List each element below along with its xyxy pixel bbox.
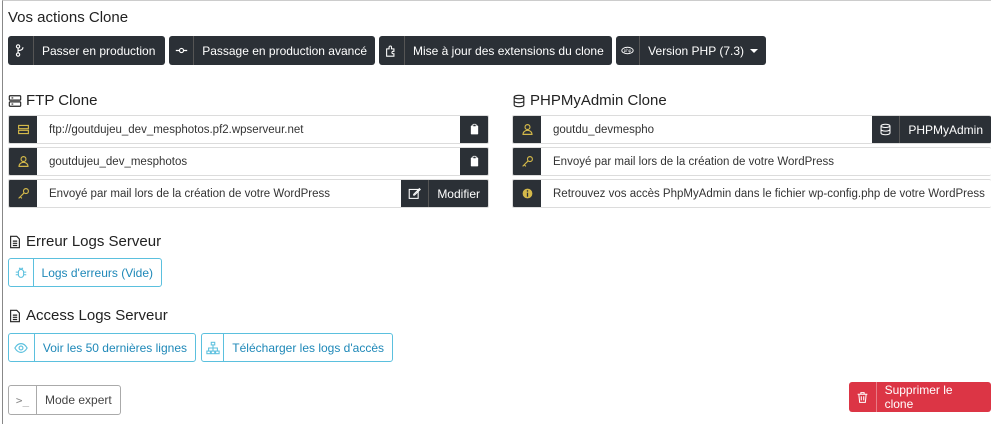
server-icon <box>8 94 22 107</box>
modify-password-button[interactable]: Modifier <box>401 180 488 207</box>
access-logs-title: Access Logs Serveur <box>8 307 168 324</box>
download-access-logs-label: Télécharger les logs d'accès <box>232 340 384 355</box>
error-logs-title-text: Erreur Logs Serveur <box>26 233 162 250</box>
production-button[interactable]: Passer en production <box>8 36 165 65</box>
phpmyadmin-label: PHPMyAdmin <box>908 122 983 137</box>
commit-icon <box>169 36 195 65</box>
pma-info-value: Retrouvez vos accès PhpMyAdmin dans le f… <box>553 187 985 200</box>
download-access-logs-button[interactable]: Télécharger les logs d'accès <box>201 333 393 362</box>
copy-host-button[interactable] <box>460 116 488 143</box>
open-phpmyadmin-button[interactable]: PHPMyAdmin <box>872 116 991 143</box>
pma-section-title: PHPMyAdmin Clone <box>512 92 667 109</box>
ftp-user-value: goutdujeu_dev_mesphotos <box>49 155 188 168</box>
pma-user-value: goutdu_devmespho <box>553 123 655 136</box>
info-icon <box>513 180 541 207</box>
view-last-lines-button[interactable]: Voir les 50 dernières lignes <box>8 333 196 362</box>
user-icon <box>513 116 541 143</box>
server-icon <box>9 116 37 143</box>
key-icon <box>9 180 37 207</box>
eye-icon <box>9 334 35 361</box>
copy-user-button[interactable] <box>460 148 488 175</box>
pma-password-value: Envoyé par mail lors de la création de v… <box>553 155 835 168</box>
pma-title-text: PHPMyAdmin Clone <box>530 92 667 109</box>
ftp-host-field: ftp://goutdujeu_dev_mesphotos.pf2.wpserv… <box>8 115 489 144</box>
error-logs-title: Erreur Logs Serveur <box>8 233 161 250</box>
puzzle-icon <box>379 36 405 65</box>
update-extensions-label: Mise à jour des extensions du clone <box>413 43 604 58</box>
key-icon <box>513 148 541 175</box>
php-icon: php <box>616 36 641 65</box>
expert-mode-button[interactable]: >_ Mode expert <box>8 385 121 415</box>
ftp-password-value: Envoyé par mail lors de la création de v… <box>49 187 331 200</box>
modify-label: Modifier <box>437 186 480 201</box>
clipboard-icon <box>470 123 478 135</box>
bug-icon <box>9 259 34 286</box>
ftp-title-text: FTP Clone <box>26 92 98 109</box>
file-icon <box>10 235 20 248</box>
trash-icon <box>849 382 877 412</box>
page-title: Vos actions Clone <box>8 9 129 26</box>
php-version-dropdown[interactable]: php Version PHP (7.3) <box>616 36 766 65</box>
pma-info-field: Retrouvez vos accès PhpMyAdmin dans le f… <box>512 179 991 208</box>
ftp-section-title: FTP Clone <box>8 92 97 109</box>
access-logs-title-text: Access Logs Serveur <box>26 307 168 324</box>
ftp-user-field: goutdujeu_dev_mesphotos <box>8 147 489 176</box>
pma-password-field: Envoyé par mail lors de la création de v… <box>512 147 991 176</box>
view-last-lines-label: Voir les 50 dernières lignes <box>42 340 187 355</box>
pma-user-field: goutdu_devmespho PHPMyAdmin <box>512 115 991 144</box>
error-logs-button[interactable]: Logs d'erreurs (Vide) <box>8 258 162 287</box>
file-icon <box>10 309 20 322</box>
advanced-production-button[interactable]: Passage en production avancé <box>169 36 375 65</box>
ftp-password-field: Envoyé par mail lors de la création de v… <box>8 179 489 208</box>
sitemap-icon <box>202 334 225 361</box>
production-label: Passer en production <box>42 43 156 58</box>
expert-mode-label: Mode expert <box>45 393 112 407</box>
branch-icon <box>8 36 34 65</box>
error-logs-label: Logs d'erreurs (Vide) <box>41 265 153 280</box>
ftp-host-value: ftp://goutdujeu_dev_mesphotos.pf2.wpserv… <box>49 123 304 136</box>
chevron-down-icon <box>750 49 758 54</box>
user-icon <box>9 148 37 175</box>
edit-icon <box>401 180 430 207</box>
database-icon <box>872 116 901 143</box>
svg-text:php: php <box>624 48 632 53</box>
database-icon <box>513 94 525 107</box>
terminal-icon: >_ <box>9 386 37 414</box>
delete-clone-button[interactable]: Supprimer le clone <box>849 382 991 412</box>
php-version-label: Version PHP (7.3) <box>648 43 744 58</box>
update-extensions-button[interactable]: Mise à jour des extensions du clone <box>379 36 612 65</box>
clipboard-icon <box>470 155 478 167</box>
delete-clone-label: Supprimer le clone <box>884 383 953 411</box>
advanced-production-label: Passage en production avancé <box>202 43 367 58</box>
